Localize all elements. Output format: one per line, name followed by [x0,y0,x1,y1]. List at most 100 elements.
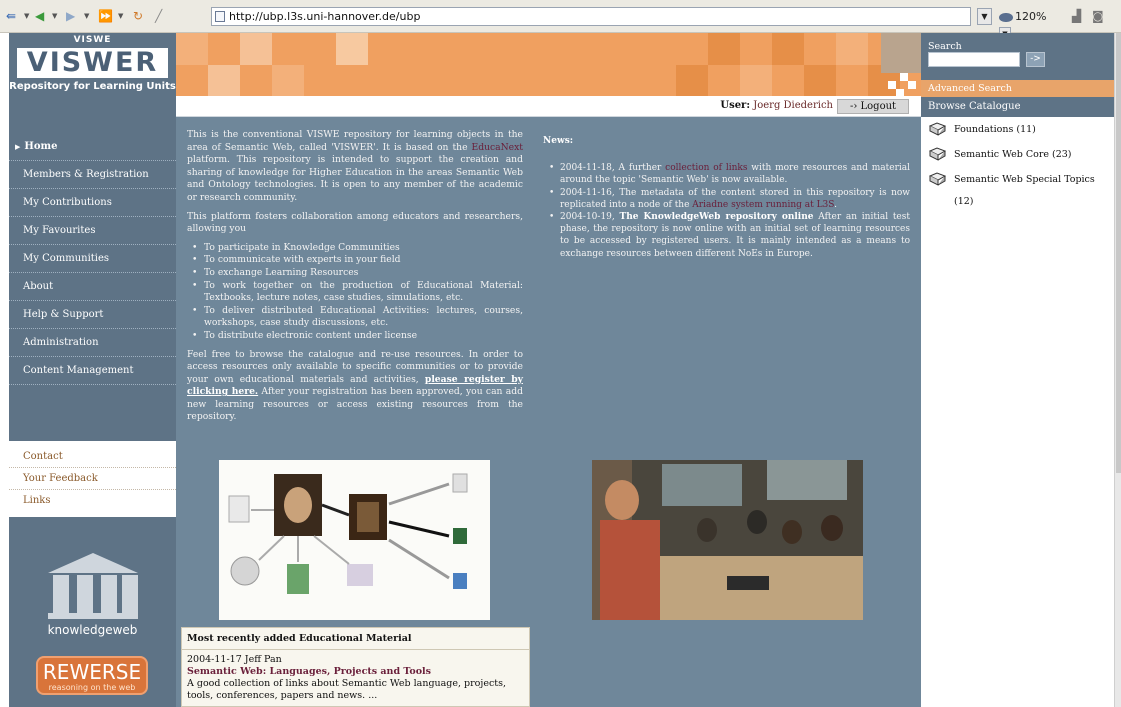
right-sidebar: Search -> Advanced Search Browse Catalog… [921,33,1114,707]
educanext-link[interactable]: EducaNext [472,142,523,153]
scrollbar-thumb[interactable] [1116,33,1121,473]
ariadne-link[interactable]: Ariadne system running at L3S [692,200,834,210]
nav-item-content-management[interactable]: Content Management [9,357,176,385]
list-item: To participate in Knowledge Communities [187,242,523,255]
list-item: To deliver distributed Educational Activ… [187,305,523,330]
feedback-link[interactable]: Your Feedback [9,468,176,490]
chevron-down-icon[interactable]: ▼ [118,12,123,20]
learning-object-diagram [219,460,490,620]
nav-item-help-support[interactable]: Help & Support [9,301,176,329]
address-bar[interactable]: http://ubp.l3s.uni-hannover.de/ubp [211,7,971,26]
page-icon [215,11,225,22]
edit-icon[interactable]: ╱ [155,8,162,25]
banner-square [772,33,804,65]
book-icon [929,122,946,136]
zoom-level: 120% [1015,10,1047,23]
logo-word: VISWER [26,47,159,78]
chevron-down-icon[interactable]: ▼ [24,12,29,20]
image-icon [347,564,373,586]
back-icon[interactable]: ◀ [35,8,44,25]
portrait-face [284,487,312,523]
chevron-down-icon[interactable]: ▼ [84,12,89,20]
notebook-icon [287,564,309,594]
news-item: 2004-10-19, The KnowledgeWeb repository … [543,211,910,260]
news-item: 2004-11-16, The metadata of the content … [543,187,910,211]
catalogue-list: Foundations (11) Semantic Web Core (23) … [921,119,1114,207]
user-name-link[interactable]: Joerg Diederich [753,100,833,111]
forward-icon[interactable]: ▶ [66,8,75,25]
recent-entry: 2004-11-17 Jeff Pan Semantic Web: Langua… [182,650,529,706]
search-area: Search -> [921,33,1114,80]
list-item: To communicate with experts in your fiel… [187,254,523,267]
temple-column [77,575,93,613]
banner-square [836,33,868,65]
catalogue-item-label: Semantic Web Core (23) [954,149,1072,160]
book-cover-art [357,502,379,532]
file-icon [452,473,468,493]
contact-link[interactable]: Contact [9,446,176,468]
search-button[interactable]: -> [1026,52,1045,67]
browser-toolbar: ⇚ ▼ ◀ ▼ ▶ ▼ ⏩ ▼ ↻ ╱ http://ubp.l3s.uni-h… [0,0,1121,41]
book-icon [929,172,946,186]
collection-of-links-link[interactable]: collection of links [665,163,747,173]
nav-item-my-contributions[interactable]: My Contributions [9,189,176,217]
advanced-search-link[interactable]: Advanced Search [921,80,1114,97]
news-headline: The KnowledgeWeb repository online [619,212,814,223]
eye-icon [999,12,1013,22]
lock-icon[interactable]: ▟ [1072,8,1081,25]
intro-paragraph-2: This platform fosters collaboration amon… [187,210,523,235]
catalogue-item-label: Foundations (11) [954,124,1036,135]
catalogue-item[interactable]: Foundations (11) [921,119,1114,144]
diagram-arrow [258,535,285,561]
banner-square [740,65,772,96]
search-label: Search [928,41,962,52]
news-item: 2004-11-18, A further collection of link… [543,162,910,186]
recent-meta: 2004-11-17 Jeff Pan [187,654,282,665]
banner-square [240,33,272,65]
list-item: To distribute electronic content under l… [187,330,523,343]
logout-label: Logout [860,101,897,112]
banner-pixel [900,73,908,81]
logout-button[interactable]: -› Logout [837,99,909,114]
banner-square [176,33,208,65]
chevron-down-icon[interactable]: ▼ [52,12,57,20]
left-sidebar: VISWE VISWER Repository for Learning Uni… [9,33,176,707]
reload-icon[interactable]: ↻ [133,8,143,25]
banner-square [676,65,708,96]
catalogue-item[interactable]: Semantic Web Core (23) [921,144,1114,169]
address-dropdown[interactable]: ▼ [977,8,992,25]
nav-item-administration[interactable]: Administration [9,329,176,357]
document-icon [228,495,250,523]
scrollbar[interactable] [1114,33,1121,707]
nav-item-my-communities[interactable]: My Communities [9,245,176,273]
temple-column [122,575,138,613]
temple-column [53,575,69,613]
nav-item-home[interactable]: ▶ Home [9,133,176,161]
rewerse-word: REWERSE [42,660,142,684]
news-text: 2004-11-18, A further [560,163,666,174]
news-text: . [834,199,838,210]
news-title: News: [543,136,574,146]
fast-forward-icon[interactable]: ⏩ [98,8,113,25]
feature-list: To participate in Knowledge Communities … [187,242,523,343]
rewerse-logo[interactable]: REWERSE reasoning on the web [36,656,148,695]
search-input[interactable] [928,52,1020,67]
list-item: To exchange Learning Resources [187,267,523,280]
diagram-arrow [388,482,450,506]
nav-item-members-registration[interactable]: Members & Registration [9,161,176,189]
recent-title-link[interactable]: Semantic Web: Languages, Projects and To… [187,666,524,678]
camera-icon[interactable]: ◙ [1092,8,1104,25]
links-link[interactable]: Links [9,490,176,512]
user-label: User: [720,100,751,111]
catalogue-item-label: Semantic Web Special Topics (12) [954,174,1095,207]
catalogue-item[interactable]: Semantic Web Special Topics (12) [921,169,1114,207]
recent-description: A good collection of links about Semanti… [187,678,506,701]
banner-square [208,65,240,96]
nav-item-about[interactable]: About [9,273,176,301]
recent-heading: Most recently added Educational Material [182,628,529,650]
nav-item-my-favourites[interactable]: My Favourites [9,217,176,245]
site-logo[interactable]: VISWE VISWER Repository for Learning Uni… [9,33,176,95]
rewerse-tagline: reasoning on the web [48,683,136,692]
zoom-control[interactable]: 120% ▼ [999,8,1061,41]
home-icon[interactable]: ⇚ [6,8,16,25]
